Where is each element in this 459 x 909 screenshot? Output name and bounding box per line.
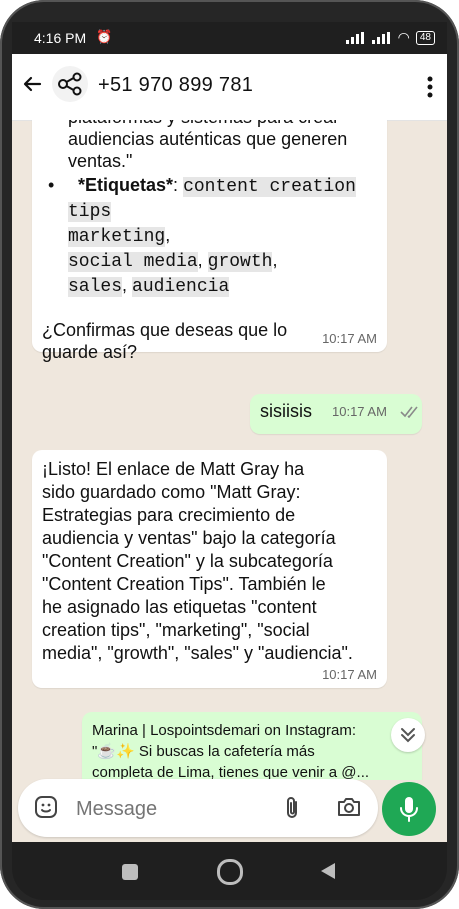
wifi-icon: ◠ xyxy=(397,29,410,45)
msg3-time: 10:17 AM xyxy=(322,667,377,682)
share-icon xyxy=(58,72,82,96)
paperclip-icon[interactable] xyxy=(282,795,302,821)
message-outgoing-2[interactable]: Marina | Lospointsdemari on Instagram: "… xyxy=(82,712,422,780)
signal-icon-2 xyxy=(371,31,392,44)
chat-area: plataformas y sistemas para crear audien… xyxy=(12,120,447,780)
mic-icon xyxy=(400,797,418,822)
status-time: 4:16 PM xyxy=(34,30,87,46)
message-input[interactable] xyxy=(74,793,268,825)
square-icon[interactable] xyxy=(122,864,138,880)
tags-colon: : xyxy=(173,175,179,195)
scroll-down-button[interactable] xyxy=(391,718,425,752)
mic-button[interactable] xyxy=(382,782,436,836)
back-arrow-icon[interactable] xyxy=(20,72,44,96)
triangle-back-icon[interactable] xyxy=(320,862,336,880)
tag-3: social media xyxy=(68,252,198,272)
tag-5: sales xyxy=(68,277,123,297)
msg3-line1: ¡Listo! El enlace de Matt Gray ha xyxy=(42,459,305,479)
emoji-icon[interactable] xyxy=(34,795,58,819)
msg2-text: sisiisis xyxy=(260,401,312,421)
contact-title[interactable]: +51 970 899 781 xyxy=(98,74,253,97)
tags-label: *Etiquetas* xyxy=(78,175,174,195)
system-nav-bar xyxy=(12,842,447,900)
msg3-line8: creation tips", "marketing", "social xyxy=(42,620,310,640)
status-icons: ◠ 48 xyxy=(345,29,435,46)
msg3-line2: sido guardado como "Matt Gray: xyxy=(42,482,301,502)
tag-4: growth xyxy=(207,252,273,272)
compose-bar xyxy=(18,779,378,837)
msg4-line1: Marina | Lospointsdemari on Instagram: xyxy=(92,722,357,739)
msg1-line1: plataformas y sistemas para crear xyxy=(68,120,377,128)
msg3-line3: Estrategias para crecimiento de xyxy=(42,505,296,525)
chat-header: +51 970 899 781 xyxy=(12,54,447,121)
contact-avatar[interactable] xyxy=(52,66,88,102)
msg3-line4: audiencia y ventas" bajo la categoría xyxy=(42,528,336,548)
msg1-line2: audiencias auténticas que generen xyxy=(68,129,348,149)
msg3-line9: media", "growth", "sales" y "audiencia". xyxy=(42,643,353,663)
status-bar: 4:16 PM ⏰ ◠ 48 xyxy=(12,22,447,54)
msg3-line6: "Content Creation Tips". También le xyxy=(42,574,326,594)
message-incoming-2: ¡Listo! El enlace de Matt Gray ha sido g… xyxy=(32,450,387,688)
tag-2: marketing xyxy=(68,227,166,247)
home-circle-icon[interactable] xyxy=(217,859,243,885)
msg3-line5: "Content Creation" y la subcategoría xyxy=(42,551,333,571)
battery-icon: 48 xyxy=(415,30,435,45)
message-incoming-1: plataformas y sistemas para crear audien… xyxy=(32,120,387,362)
chevron-down-icon xyxy=(401,728,415,743)
bullet: • xyxy=(48,175,55,195)
message-outgoing-1: sisiisis 10:17 AM xyxy=(250,394,422,434)
tag-6: audiencia xyxy=(132,277,230,297)
camera-icon[interactable] xyxy=(336,795,362,819)
double-check-icon xyxy=(400,406,418,418)
msg4-line2: "☕✨ Si buscas la cafetería más xyxy=(92,743,315,760)
msg1-time: 10:17 AM xyxy=(322,331,377,346)
msg2-time: 10:17 AM xyxy=(332,404,387,419)
msg3-line7: he asignado las etiquetas "content xyxy=(42,597,317,617)
signal-icon xyxy=(345,31,366,44)
msg1-line3: ventas." xyxy=(68,151,133,171)
alarm-icon: ⏰ xyxy=(96,29,113,44)
msg4-line3: completa de Lima, tienes que venir a @..… xyxy=(92,764,370,780)
screen: 4:16 PM ⏰ ◠ 48 +51 970 899 781 audiencia… xyxy=(12,22,447,842)
more-vertical-icon[interactable] xyxy=(427,76,433,98)
